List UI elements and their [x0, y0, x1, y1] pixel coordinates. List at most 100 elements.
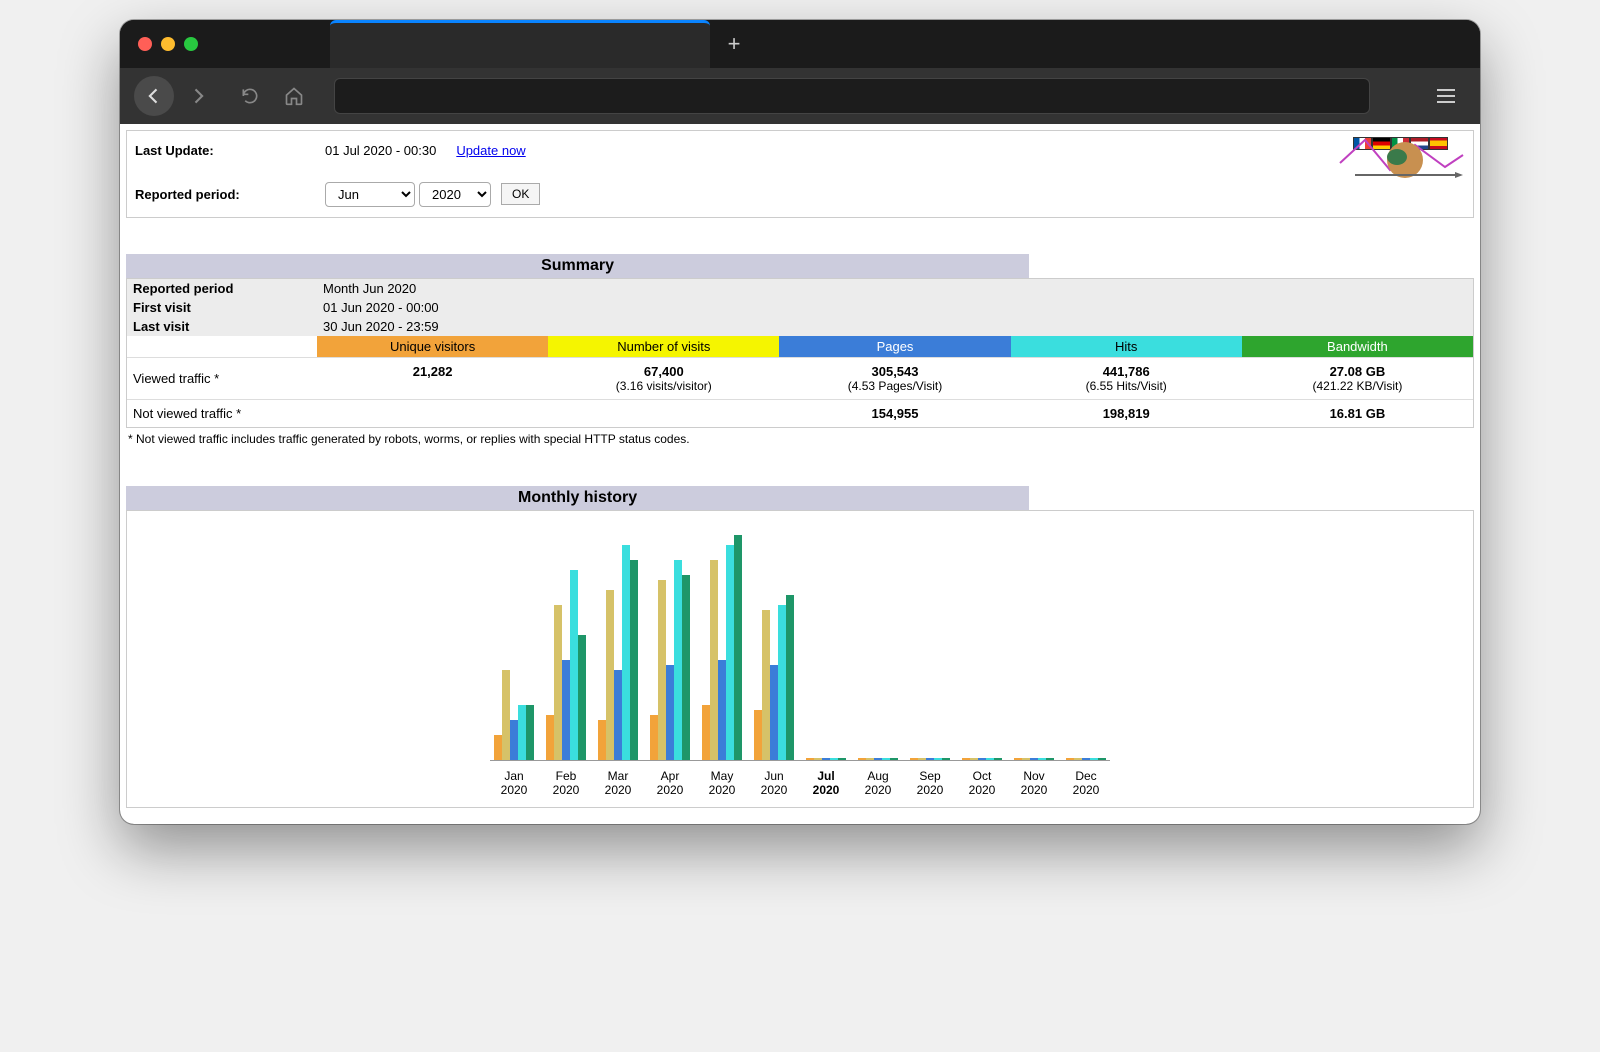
viewed-bw: 27.08 GB	[1248, 364, 1467, 379]
bar-pg	[926, 758, 934, 760]
bar-pg	[510, 720, 518, 760]
bar-nv	[918, 758, 926, 760]
month-bars	[702, 521, 742, 760]
col-visits: Number of visits	[548, 336, 779, 357]
bar-nv	[554, 605, 562, 760]
bar-bw	[890, 758, 898, 760]
summary-title: Summary	[126, 254, 1029, 278]
col-hits: Hits	[1011, 336, 1242, 357]
bar-ht	[518, 705, 526, 760]
summary-first-value: 01 Jun 2020 - 00:00	[323, 300, 439, 315]
month-bars	[546, 521, 586, 760]
monthly-labels: Jan2020Feb2020Mar2020Apr2020May2020Jun20…	[490, 769, 1110, 797]
month-label: Jul2020	[806, 769, 846, 797]
bar-uv	[598, 720, 606, 760]
viewed-traffic-row: Viewed traffic * 21,282 67,400(3.16 visi…	[127, 357, 1473, 399]
month-bars	[1066, 521, 1106, 760]
bar-pg	[874, 758, 882, 760]
month-bars	[650, 521, 690, 760]
bar-nv	[866, 758, 874, 760]
month-label: Apr2020	[650, 769, 690, 797]
bar-ht	[882, 758, 890, 760]
notviewed-pg: 154,955	[785, 406, 1004, 421]
notviewed-ht: 198,819	[1017, 406, 1236, 421]
bar-uv	[910, 758, 918, 760]
summary-columns: Unique visitors Number of visits Pages H…	[127, 336, 1473, 357]
col-pages: Pages	[779, 336, 1010, 357]
reload-button[interactable]	[230, 76, 270, 116]
bar-nv	[606, 590, 614, 760]
bar-uv	[1066, 758, 1074, 760]
month-label: Aug2020	[858, 769, 898, 797]
month-label: Nov2020	[1014, 769, 1054, 797]
month-label: Dec2020	[1066, 769, 1106, 797]
bar-pg	[614, 670, 622, 760]
viewed-pg: 305,543	[785, 364, 1004, 379]
titlebar: +	[120, 20, 1480, 68]
bar-pg	[1082, 758, 1090, 760]
month-label: Oct2020	[962, 769, 1002, 797]
forward-button[interactable]	[178, 76, 218, 116]
month-bars	[754, 521, 794, 760]
summary-first-label: First visit	[133, 300, 323, 315]
last-update-label: Last Update:	[135, 143, 325, 158]
bar-pg	[822, 758, 830, 760]
new-tab-button[interactable]: +	[710, 20, 758, 68]
bar-ht	[830, 758, 838, 760]
month-label: Mar2020	[598, 769, 638, 797]
bar-nv	[1022, 758, 1030, 760]
reported-period-label: Reported period:	[135, 187, 325, 202]
notviewed-bw: 16.81 GB	[1248, 406, 1467, 421]
summary-reported-label: Reported period	[133, 281, 323, 296]
traffic-lights	[138, 37, 198, 51]
summary-last-label: Last visit	[133, 319, 323, 334]
bar-bw	[1046, 758, 1054, 760]
col-unique-visitors: Unique visitors	[317, 336, 548, 357]
bar-ht	[986, 758, 994, 760]
month-bars	[858, 521, 898, 760]
bar-uv	[858, 758, 866, 760]
minimize-window-button[interactable]	[161, 37, 175, 51]
month-select[interactable]: Jun	[325, 182, 415, 207]
maximize-window-button[interactable]	[184, 37, 198, 51]
browser-tab[interactable]	[330, 20, 710, 68]
summary-section: Summary Reported periodMonth Jun 2020 Fi…	[126, 254, 1474, 450]
tab-bar: +	[330, 20, 758, 68]
url-bar[interactable]	[334, 78, 1370, 114]
header-panel: Last Update: 01 Jul 2020 - 00:30 Update …	[126, 130, 1474, 218]
bar-ht	[622, 545, 630, 760]
ok-button[interactable]: OK	[501, 183, 540, 205]
month-bars	[1014, 521, 1054, 760]
menu-button[interactable]	[1426, 76, 1466, 116]
bar-bw	[942, 758, 950, 760]
monthly-title: Monthly history	[126, 486, 1029, 510]
toolbar	[120, 68, 1480, 124]
close-window-button[interactable]	[138, 37, 152, 51]
bar-bw	[994, 758, 1002, 760]
bar-uv	[754, 710, 762, 760]
summary-note: * Not viewed traffic includes traffic ge…	[126, 428, 1474, 450]
back-button[interactable]	[134, 76, 174, 116]
page-content: Last Update: 01 Jul 2020 - 00:30 Update …	[120, 124, 1480, 824]
year-select[interactable]: 2020	[419, 182, 491, 207]
awstats-logo	[1335, 135, 1465, 213]
bar-bw	[578, 635, 586, 760]
bar-bw	[682, 575, 690, 760]
bar-pg	[1030, 758, 1038, 760]
bar-pg	[666, 665, 674, 760]
update-now-link[interactable]: Update now	[456, 143, 525, 158]
viewed-ht-sub: (6.55 Hits/Visit)	[1017, 379, 1236, 393]
bar-ht	[726, 545, 734, 760]
bar-pg	[718, 660, 726, 760]
bar-bw	[630, 560, 638, 760]
bar-bw	[734, 535, 742, 760]
col-bandwidth: Bandwidth	[1242, 336, 1473, 357]
bar-ht	[934, 758, 942, 760]
bar-uv	[494, 735, 502, 760]
home-button[interactable]	[274, 76, 314, 116]
notviewed-label: Not viewed traffic *	[127, 400, 317, 427]
month-bars	[962, 521, 1002, 760]
monthly-chart	[490, 521, 1110, 761]
month-bars	[806, 521, 846, 760]
bar-uv	[806, 758, 814, 760]
